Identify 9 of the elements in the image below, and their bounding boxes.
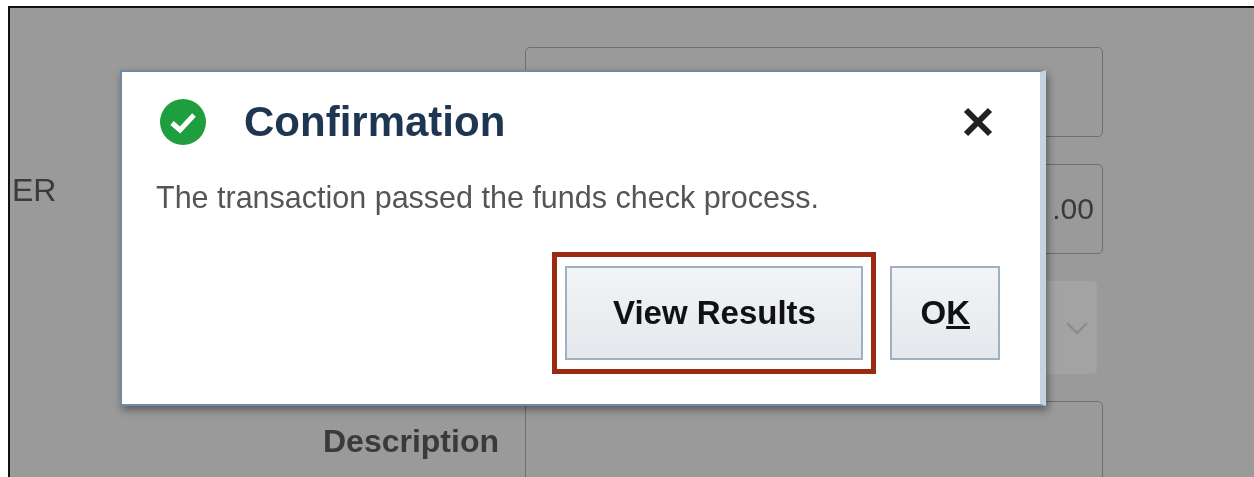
check-circle-icon	[160, 99, 206, 145]
field-label: ER	[12, 172, 57, 208]
close-icon[interactable]	[962, 106, 994, 138]
chevron-down-icon	[1065, 320, 1089, 335]
field-label: Description	[322, 423, 499, 459]
view-results-button[interactable]: View Results	[565, 266, 864, 360]
dialog-message: The transaction passed the funds check process.	[156, 180, 820, 215]
dialog-title: Confirmation	[244, 98, 507, 146]
ok-button[interactable]: OK	[890, 266, 1000, 360]
